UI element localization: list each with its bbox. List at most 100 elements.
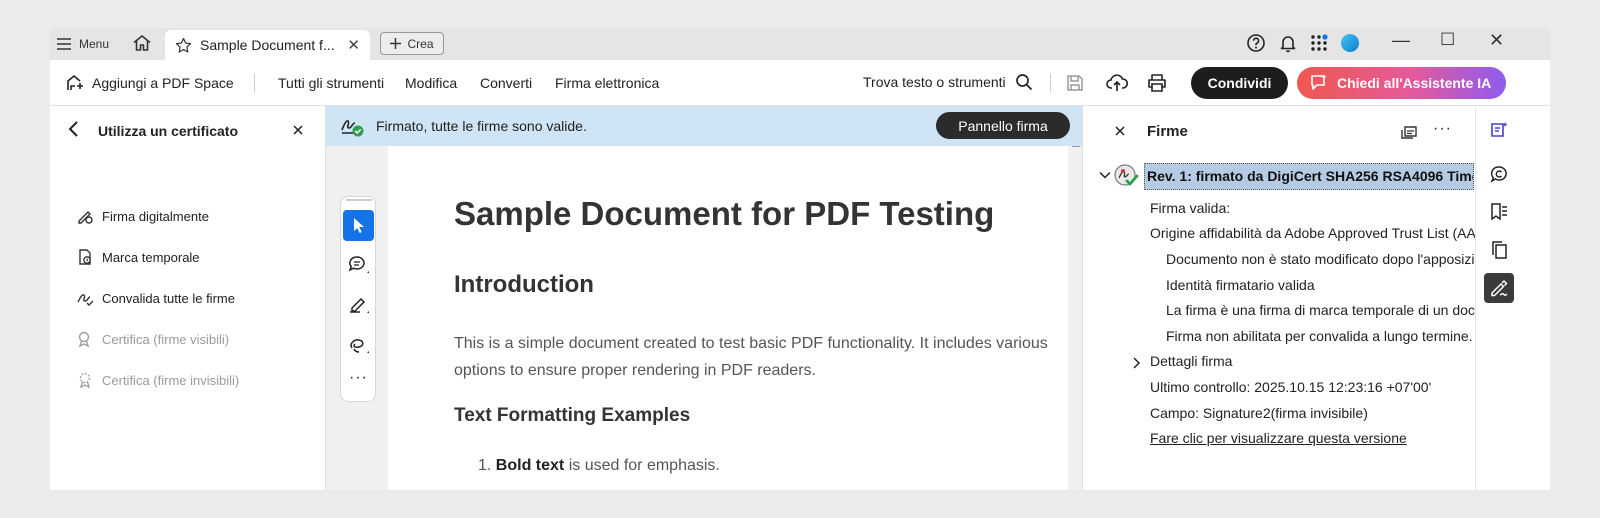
collapse-signature-button[interactable] [1099, 170, 1111, 180]
toolbar-divider [1050, 74, 1051, 93]
signatures-panel-button[interactable] [1484, 273, 1514, 303]
home-icon [133, 35, 151, 51]
certify-invisible-icon [79, 372, 91, 389]
app-window: Menu Sample Document f... ✕ Crea — ☐ ✕ A… [50, 28, 1550, 490]
item-label: Certifica (firme invisibili) [102, 372, 240, 388]
ai-label: Chiedi all'Assistente IA [1337, 75, 1492, 91]
chevron-right-icon [1133, 357, 1140, 369]
bell-icon [1280, 36, 1296, 53]
signature-details-item[interactable]: Dettagli firma [1150, 353, 1232, 369]
certify-visible-item: Certifica (firme visibili) [76, 328, 229, 350]
list-item: 1. Bold text is used for emphasis. [478, 457, 720, 475]
share-button[interactable]: Condividi [1191, 67, 1288, 99]
draw-tool-button[interactable] [348, 335, 370, 355]
signature-revision-header[interactable]: Rev. 1: firmato da DigiCert SHA256 RSA40… [1144, 163, 1474, 190]
signature-panel-button[interactable]: Pannello firma [936, 112, 1070, 139]
validate-signature-icon [77, 294, 94, 306]
menu-esign[interactable]: Firma elettronica [555, 75, 659, 91]
ai-summary-button[interactable] [1484, 116, 1514, 146]
sign-digitally-item[interactable]: Firma digitalmente [76, 205, 209, 227]
print-button[interactable] [1146, 73, 1168, 93]
view-version-link[interactable]: Fare clic per visualizzare questa versio… [1150, 430, 1407, 446]
find-text-or-tools[interactable]: Trova testo o strumenti [863, 73, 1033, 91]
section-heading-formatting: Text Formatting Examples [454, 405, 691, 426]
paragraph-line: This is a simple document created to tes… [454, 335, 1048, 352]
home-button[interactable] [132, 33, 152, 53]
banner-message: Firmato, tutte le firme sono valide. [376, 118, 587, 134]
panel-title: Utilizza un certificato [98, 123, 239, 139]
menu-button[interactable]: Menu [56, 32, 109, 56]
more-tools-button[interactable]: ··· [349, 369, 368, 387]
trust-source-line: Origine affidabilità da Adobe Approved T… [1150, 225, 1475, 241]
close-panel-button[interactable] [293, 125, 303, 135]
cursor-arrow-icon [353, 217, 364, 233]
vertical-scrollbar[interactable] [1068, 146, 1082, 490]
add-to-pdf-space-button[interactable]: Aggiungi a PDF Space [64, 73, 234, 93]
ai-document-icon [1491, 122, 1508, 137]
field-name-line: Campo: Signature2(firma invisibile) [1150, 405, 1368, 421]
highlight-tool-button[interactable] [348, 295, 370, 315]
intro-paragraph: This is a simple document created to tes… [454, 330, 1048, 384]
right-tool-bar [1475, 106, 1520, 490]
more-options-button[interactable]: ··· [1433, 120, 1452, 138]
star-icon[interactable] [175, 37, 192, 54]
expand-details-button[interactable] [1132, 357, 1140, 369]
comments-button[interactable] [1484, 159, 1514, 189]
signatures-title: Firme [1147, 123, 1188, 140]
document-title: Sample Document for PDF Testing [454, 195, 995, 232]
highlighter-icon [350, 297, 369, 313]
drag-handle[interactable] [346, 199, 372, 201]
comment-bubble-icon [1490, 166, 1507, 183]
tab-bar: Menu Sample Document f... ✕ Crea — ☐ ✕ [50, 28, 1550, 60]
profile-avatar[interactable] [1340, 33, 1360, 53]
apps-grid-icon [1311, 34, 1328, 51]
bold-text: Bold text [495, 457, 565, 474]
back-button[interactable] [68, 120, 80, 138]
create-button[interactable]: Crea [380, 32, 444, 55]
item-label: Firma digitalmente [102, 208, 209, 224]
scroll-up-arrow[interactable] [1072, 146, 1080, 152]
maximize-button[interactable]: ☐ [1440, 30, 1455, 50]
select-tool-button[interactable] [343, 210, 374, 241]
document-tab[interactable]: Sample Document f... ✕ [165, 30, 370, 60]
main-toolbar: Aggiungi a PDF Space Tutti gli strumenti… [50, 60, 1550, 106]
item-label: Marca temporale [102, 249, 200, 265]
certify-visible-icon [78, 331, 90, 348]
timestamp-signature-line: La firma è una firma di marca temporale … [1166, 302, 1475, 318]
comment-tool-button[interactable] [348, 255, 370, 275]
signature-valid-badge [1112, 162, 1140, 190]
close-window-button[interactable]: ✕ [1489, 30, 1504, 51]
help-icon [1247, 34, 1265, 52]
signature-pen-icon [1491, 279, 1508, 297]
menu-edit[interactable]: Modifica [405, 75, 457, 91]
apps-button[interactable] [1309, 33, 1329, 53]
menu-all-tools[interactable]: Tutti gli strumenti [278, 75, 384, 91]
signed-check-icon [341, 120, 364, 137]
validate-all-signatures-item[interactable]: Convalida tutte le firme [76, 287, 235, 309]
notifications-button[interactable] [1278, 33, 1298, 53]
timestamp-item[interactable]: Marca temporale [76, 246, 200, 268]
pages-button[interactable] [1484, 235, 1514, 265]
upload-button[interactable] [1106, 73, 1128, 93]
signature-valid-icon [1114, 164, 1139, 187]
copy-signatures-icon [1401, 126, 1417, 139]
save-button[interactable] [1065, 73, 1085, 93]
certificate-panel: Utilizza un certificato Firma digitalmen… [50, 106, 326, 490]
validate-all-button[interactable] [1399, 121, 1419, 141]
tab-close-button[interactable]: ✕ [347, 36, 360, 54]
signature-status-banner: Firmato, tutte le firme sono valide. Pan… [326, 106, 1082, 146]
ask-ai-assistant-button[interactable]: Chiedi all'Assistente IA [1297, 67, 1506, 99]
cloud-upload-icon [1106, 74, 1128, 91]
item-label: Convalida tutte le firme [102, 290, 235, 306]
timestamp-icon [79, 249, 91, 265]
chevron-left-icon [68, 121, 78, 137]
list-text: is used for emphasis. [564, 457, 720, 474]
help-button[interactable] [1246, 33, 1266, 53]
minimize-button[interactable]: — [1392, 30, 1410, 51]
menu-convert[interactable]: Converti [480, 75, 532, 91]
pen-signature-icon [78, 211, 93, 224]
add-to-space-label: Aggiungi a PDF Space [92, 75, 234, 91]
close-signatures-button[interactable] [1115, 126, 1125, 136]
bookmarks-button[interactable] [1484, 197, 1514, 227]
chevron-down-icon [1099, 171, 1111, 179]
